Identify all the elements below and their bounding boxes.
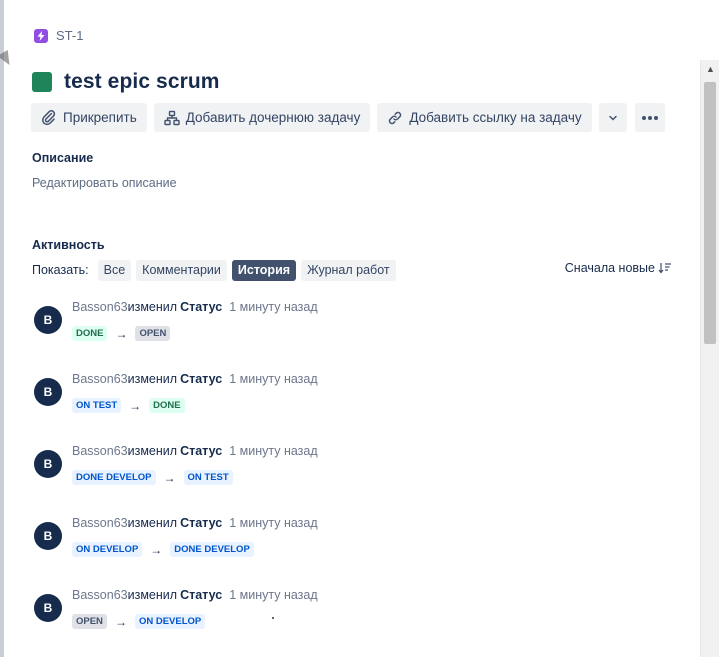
filter-comments-button[interactable]: Комментарии bbox=[136, 259, 227, 281]
arrow-right-icon: → bbox=[129, 398, 142, 413]
mouse-cursor-icon bbox=[0, 49, 15, 69]
history-summary: Basson63 изменил Статус 1 минуту назад bbox=[72, 588, 318, 602]
author-name[interactable]: Basson63 bbox=[72, 300, 128, 314]
filter-all-button[interactable]: Все bbox=[97, 259, 132, 281]
link-icon bbox=[389, 111, 402, 124]
status-lozenge-from: OPEN bbox=[72, 614, 107, 629]
history-summary: Basson63 изменил Статус 1 минуту назад bbox=[72, 300, 318, 314]
attach-button[interactable]: Прикрепить bbox=[31, 103, 147, 132]
add-child-issue-label: Добавить дочернюю задачу bbox=[185, 110, 361, 125]
change-verb: изменил bbox=[127, 516, 178, 530]
status-change: OPEN → ON DEVELOP bbox=[72, 614, 206, 629]
issue-toolbar: Прикрепить Добавить дочернюю задачу Доба… bbox=[31, 103, 665, 132]
avatar[interactable]: B bbox=[34, 522, 62, 550]
activity-filter-bar: Показать: Все Комментарии История Журнал… bbox=[32, 259, 672, 281]
sort-descending-icon bbox=[658, 263, 671, 274]
filter-worklog-button[interactable]: Журнал работ bbox=[301, 259, 396, 281]
window-left-edge bbox=[0, 0, 4, 657]
change-verb: изменил bbox=[127, 300, 178, 314]
history-entry: B Basson63 изменил Статус 1 минуту назад DONE… bbox=[34, 300, 634, 350]
changed-field: Статус bbox=[180, 300, 223, 314]
change-verb: изменил bbox=[127, 372, 178, 386]
attach-button-label: Прикрепить bbox=[63, 110, 137, 125]
author-name[interactable]: Basson63 bbox=[72, 372, 128, 386]
scrollbar-thumb[interactable] bbox=[704, 82, 716, 344]
timestamp: 1 минуту назад bbox=[229, 300, 318, 314]
vertical-scrollbar[interactable]: ▲ bbox=[700, 60, 719, 657]
arrow-right-icon: → bbox=[150, 542, 163, 557]
status-change: DONE → OPEN bbox=[72, 326, 171, 341]
changed-field: Статус bbox=[180, 588, 223, 602]
scroll-up-arrow-icon[interactable]: ▲ bbox=[706, 64, 715, 74]
avatar[interactable]: B bbox=[34, 306, 62, 334]
status-lozenge-from: DONE bbox=[72, 326, 108, 341]
author-name[interactable]: Basson63 bbox=[72, 516, 128, 530]
status-lozenge-to: OPEN bbox=[135, 326, 171, 341]
status-lozenge-from: ON TEST bbox=[72, 398, 122, 413]
activity-heading: Активность bbox=[32, 238, 105, 252]
paperclip-icon bbox=[42, 109, 56, 125]
status-change: ON DEVELOP → DONE DEVELOP bbox=[72, 542, 254, 557]
issue-key-link[interactable]: ST-1 bbox=[56, 28, 83, 43]
issue-title[interactable]: test epic scrum bbox=[64, 70, 220, 94]
status-lozenge-from: ON DEVELOP bbox=[72, 542, 143, 557]
description-editor[interactable]: Редактировать описание bbox=[32, 176, 177, 190]
issue-header: test epic scrum bbox=[32, 70, 220, 94]
avatar[interactable]: B bbox=[34, 594, 62, 622]
add-issue-link-button[interactable]: Добавить ссылку на задачу bbox=[377, 103, 592, 132]
status-change: ON TEST → DONE bbox=[72, 398, 185, 413]
epic-color-swatch bbox=[32, 72, 52, 92]
changed-field: Статус bbox=[180, 516, 223, 530]
history-entry: B Basson63 изменил Статус 1 минуту назад OPEN… bbox=[34, 588, 634, 638]
change-verb: изменил bbox=[127, 588, 178, 602]
arrow-right-icon: → bbox=[115, 326, 128, 341]
filter-history-button[interactable]: История bbox=[231, 259, 297, 281]
breadcrumb: ST-1 bbox=[34, 28, 83, 43]
status-lozenge-to: DONE bbox=[149, 398, 185, 413]
avatar[interactable]: B bbox=[34, 378, 62, 406]
arrow-right-icon: → bbox=[163, 470, 176, 485]
timestamp: 1 минуту назад bbox=[229, 444, 318, 458]
timestamp: 1 минуту назад bbox=[229, 372, 318, 386]
sort-label: Сначала новые bbox=[564, 261, 655, 275]
change-verb: изменил bbox=[127, 444, 178, 458]
avatar[interactable]: B bbox=[34, 450, 62, 478]
status-lozenge-to: ON TEST bbox=[183, 470, 233, 485]
timestamp: 1 минуту назад bbox=[229, 516, 318, 530]
author-name[interactable]: Basson63 bbox=[72, 588, 128, 602]
add-issue-link-label: Добавить ссылку на задачу bbox=[409, 110, 582, 125]
history-entry: B Basson63 изменил Статус 1 минуту назад ON T… bbox=[34, 372, 634, 422]
ellipsis-icon bbox=[641, 115, 658, 120]
description-heading: Описание bbox=[32, 151, 94, 165]
author-name[interactable]: Basson63 bbox=[72, 444, 128, 458]
status-lozenge-from: DONE DEVELOP bbox=[72, 470, 156, 485]
changed-field: Статус bbox=[180, 372, 223, 386]
stray-dot bbox=[272, 617, 274, 619]
status-change: DONE DEVELOP → ON TEST bbox=[72, 470, 233, 485]
history-entry: B Basson63 изменил Статус 1 минуту назад DONE… bbox=[34, 444, 634, 494]
status-lozenge-to: DONE DEVELOP bbox=[170, 542, 254, 557]
link-options-dropdown[interactable] bbox=[598, 103, 627, 132]
history-summary: Basson63 изменил Статус 1 минуту назад bbox=[72, 516, 318, 530]
chevron-down-icon bbox=[608, 115, 617, 121]
show-label: Показать: bbox=[32, 263, 89, 277]
sort-toggle-button[interactable]: Сначала новые bbox=[565, 261, 672, 275]
hierarchy-icon bbox=[164, 110, 180, 125]
timestamp: 1 минуту назад bbox=[229, 588, 318, 602]
add-child-issue-button[interactable]: Добавить дочернюю задачу bbox=[153, 103, 371, 132]
more-actions-button[interactable] bbox=[634, 103, 665, 132]
lightning-icon bbox=[34, 28, 48, 43]
history-entry: B Basson63 изменил Статус 1 минуту назад ON D… bbox=[34, 516, 634, 566]
changed-field: Статус bbox=[180, 444, 223, 458]
arrow-right-icon: → bbox=[114, 614, 127, 629]
history-summary: Basson63 изменил Статус 1 минуту назад bbox=[72, 444, 318, 458]
status-lozenge-to: ON DEVELOP bbox=[134, 614, 206, 629]
history-summary: Basson63 изменил Статус 1 минуту назад bbox=[72, 372, 318, 386]
